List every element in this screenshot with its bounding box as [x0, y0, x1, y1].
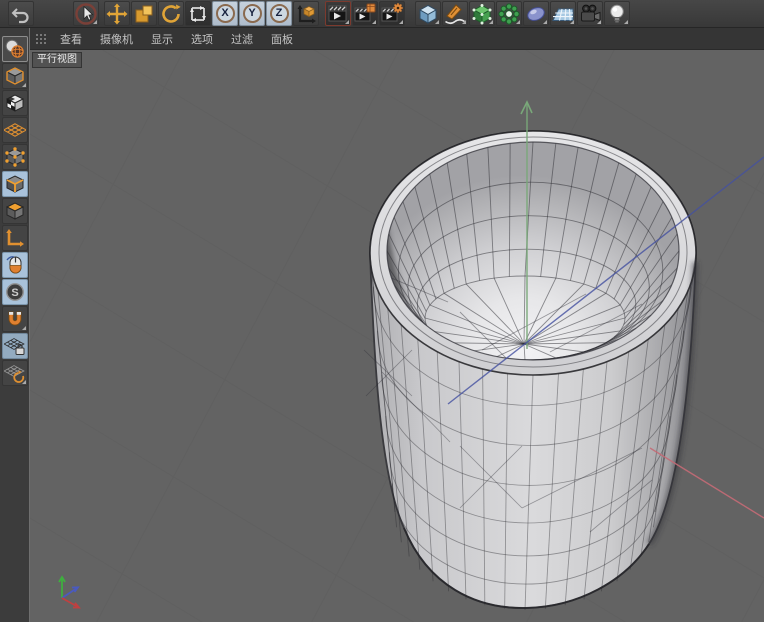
magnet-icon	[4, 308, 26, 330]
enable-axis-icon	[4, 227, 26, 249]
viewport-canvas[interactable]	[30, 50, 764, 622]
top-toolbar: X Y Z	[0, 0, 764, 28]
last-used-tool-button[interactable]	[185, 1, 211, 26]
live-selection-button[interactable]	[73, 1, 99, 26]
menu-view[interactable]: 查看	[51, 31, 91, 47]
viewport-menubar: 查看 摄像机 显示 选项 过滤 面板	[30, 28, 764, 50]
x-axis-ring: X	[216, 4, 235, 23]
model-mode-icon	[4, 65, 26, 87]
render-view-icon	[326, 2, 350, 26]
rotate-tool-icon	[159, 2, 183, 26]
light-icon	[605, 2, 629, 26]
render-picture-viewer-button[interactable]	[352, 1, 378, 26]
svg-text:S: S	[11, 287, 18, 299]
viewport-3d[interactable]: 平行视图	[30, 50, 764, 622]
points-mode-icon	[4, 146, 26, 168]
viewport-solo-button[interactable]	[2, 252, 28, 278]
lock-workplane-icon	[4, 335, 26, 357]
subdivision-surface-button[interactable]	[469, 1, 495, 26]
menu-filter[interactable]: 过滤	[222, 31, 262, 47]
make-editable-button[interactable]	[2, 36, 28, 62]
edit-render-settings-icon	[380, 2, 404, 26]
scale-tool-button[interactable]	[131, 1, 157, 26]
workplane-mode-icon	[4, 119, 26, 141]
workplane-mode-button[interactable]	[2, 117, 28, 143]
menu-options[interactable]: 选项	[182, 31, 222, 47]
scale-tool-icon	[132, 2, 156, 26]
polygons-mode-button[interactable]	[2, 198, 28, 224]
enable-axis-button[interactable]	[2, 225, 28, 251]
y-axis-lock-button[interactable]: Y	[239, 1, 265, 26]
menu-cameras[interactable]: 摄像机	[91, 31, 142, 47]
x-axis-lock-button[interactable]: X	[212, 1, 238, 26]
coordinate-system-icon	[294, 2, 318, 26]
lock-workplane-button[interactable]	[2, 333, 28, 359]
subdivision-surface-icon	[470, 2, 494, 26]
y-axis-ring: Y	[243, 4, 262, 23]
gear-badge	[393, 3, 403, 13]
texture-mode-icon	[4, 92, 26, 114]
menu-display[interactable]: 显示	[142, 31, 182, 47]
c4d-window: { "toolbar": { "icons": ["undo","live-se…	[0, 0, 764, 622]
metaball-button[interactable]	[523, 1, 549, 26]
move-tool-icon	[105, 2, 129, 26]
rotate-tool-button[interactable]	[158, 1, 184, 26]
axis-gizmo	[59, 577, 79, 608]
mouse-icon	[4, 254, 26, 276]
snap-s-icon: S	[4, 281, 26, 303]
magnet-snap-button[interactable]	[2, 306, 28, 332]
spline-pen-icon	[443, 2, 467, 26]
metaball-icon	[524, 2, 548, 26]
z-axis-ring: Z	[270, 4, 289, 23]
array-generator-button[interactable]	[496, 1, 522, 26]
camera-icon	[578, 2, 602, 26]
add-cube-button[interactable]	[415, 1, 441, 26]
edges-mode-icon	[4, 173, 26, 195]
coordinate-system-button[interactable]	[293, 1, 319, 26]
live-selection-icon	[74, 2, 98, 26]
edges-mode-button[interactable]	[2, 171, 28, 197]
viewport-view-label: 平行视图	[32, 52, 82, 68]
points-mode-button[interactable]	[2, 144, 28, 170]
z-axis-lock-button[interactable]: Z	[266, 1, 292, 26]
rotate-workplane-icon	[4, 362, 26, 384]
wireframe-cup-model	[364, 131, 696, 610]
texture-mode-button[interactable]	[2, 90, 28, 116]
spline-pen-button[interactable]	[442, 1, 468, 26]
menu-panel[interactable]: 面板	[262, 31, 302, 47]
z-axis-letter: Z	[276, 8, 283, 19]
floor-button[interactable]	[550, 1, 576, 26]
render-view-button[interactable]	[325, 1, 351, 26]
make-editable-icon	[4, 38, 26, 60]
rotate-workplane-button[interactable]	[2, 360, 28, 386]
y-axis-letter: Y	[248, 8, 255, 19]
panel-grip-icon[interactable]	[35, 33, 47, 45]
array-generator-icon	[497, 2, 521, 26]
x-axis-letter: X	[221, 8, 228, 19]
floor-icon	[551, 2, 575, 26]
light-button[interactable]	[604, 1, 630, 26]
move-tool-button[interactable]	[104, 1, 130, 26]
render-picture-viewer-icon	[353, 2, 377, 26]
undo-button[interactable]	[8, 1, 34, 26]
polygons-mode-icon	[4, 200, 26, 222]
viewport-panel: 查看 摄像机 显示 选项 过滤 面板 平行视图	[30, 28, 764, 622]
last-used-tool-icon	[186, 2, 210, 26]
undo-icon	[10, 3, 32, 25]
cube-icon	[416, 2, 440, 26]
mode-palette: S	[0, 28, 30, 622]
edit-render-settings-button[interactable]	[379, 1, 405, 26]
snap-toggle-button[interactable]: S	[2, 279, 28, 305]
camera-button[interactable]	[577, 1, 603, 26]
model-mode-button[interactable]	[2, 63, 28, 89]
